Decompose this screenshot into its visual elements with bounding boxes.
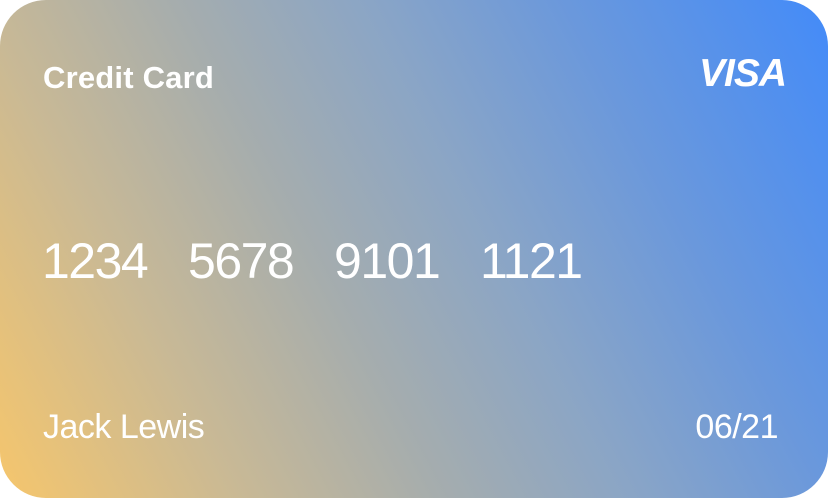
credit-card: Credit Card VISA 1234 5678 9101 1121 Jac… bbox=[0, 0, 828, 498]
visa-logo: VISA bbox=[698, 52, 787, 95]
cardholder-name: Jack Lewis bbox=[43, 408, 205, 446]
card-title: Credit Card bbox=[43, 60, 215, 95]
expiry-date: 06/21 bbox=[695, 408, 778, 446]
card-number: 1234 5678 9101 1121 bbox=[42, 233, 583, 289]
